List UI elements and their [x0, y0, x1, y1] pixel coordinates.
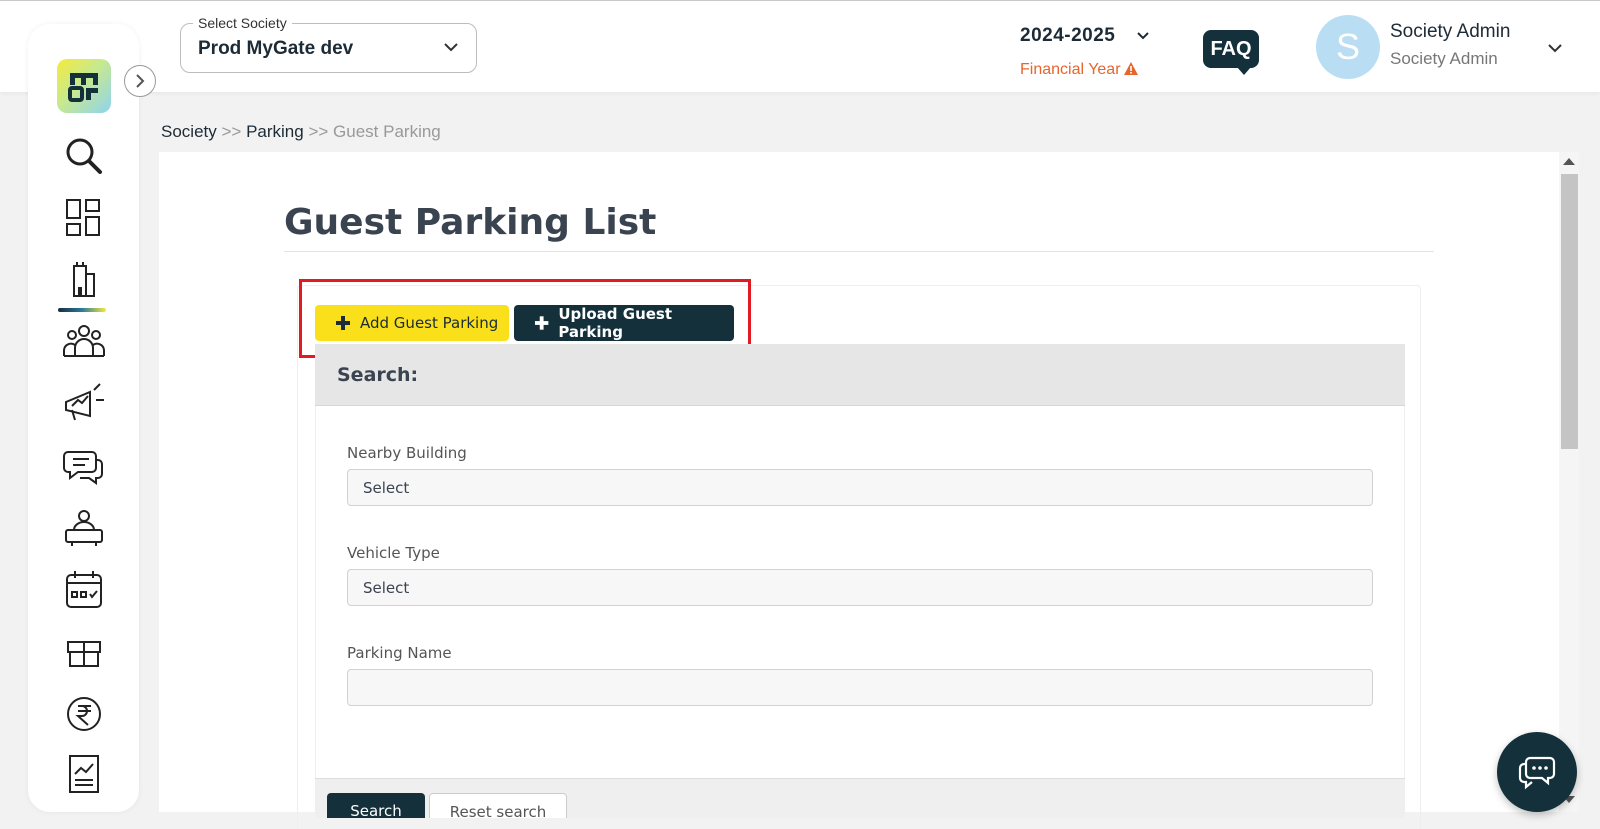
upload-guest-parking-button[interactable]: Upload Guest Parking: [514, 305, 734, 341]
plus-icon: [336, 316, 350, 330]
chevron-right-icon: [136, 74, 145, 88]
chat-support-button[interactable]: [1497, 732, 1577, 812]
society-select[interactable]: Select Society Prod MyGate dev: [180, 15, 477, 73]
vehicle-type-label: Vehicle Type: [347, 544, 440, 562]
user-role: Society Admin: [1390, 49, 1498, 68]
chevron-down-icon: [1137, 32, 1149, 40]
financial-year-value: 2024-2025: [1020, 25, 1116, 46]
people-icon[interactable]: [60, 318, 108, 366]
scrollbar-thumb[interactable]: [1561, 174, 1578, 449]
breadcrumb: Society >> Parking >> Guest Parking: [161, 122, 441, 142]
page-title: Guest Parking List: [284, 202, 657, 243]
breadcrumb-parking[interactable]: Parking: [246, 122, 304, 141]
chat-bubble-icon: [1518, 756, 1556, 790]
top-bar: Select Society Prod MyGate dev 2024-2025…: [0, 0, 1600, 92]
scroll-up-arrow[interactable]: [1563, 158, 1575, 165]
faq-button[interactable]: FAQ: [1203, 30, 1259, 75]
breadcrumb-guest-parking: Guest Parking: [333, 122, 441, 141]
add-guest-parking-label: Add Guest Parking: [360, 314, 499, 332]
parking-name-input[interactable]: [347, 669, 1373, 706]
package-icon[interactable]: [60, 628, 108, 676]
nearby-building-label: Nearby Building: [347, 444, 467, 462]
search-button[interactable]: Search: [327, 793, 425, 818]
main-panel: Guest Parking List Add Guest Parking Upl…: [159, 152, 1559, 829]
dashboard-icon[interactable]: [60, 194, 108, 242]
financial-year-label-text: Financial Year: [1020, 61, 1121, 78]
breadcrumb-society[interactable]: Society: [161, 122, 217, 141]
chevron-down-icon[interactable]: [1546, 39, 1564, 57]
report-icon[interactable]: [60, 750, 108, 798]
calendar-icon[interactable]: [60, 566, 108, 614]
search-heading: Search:: [337, 364, 419, 386]
title-divider: [284, 251, 1434, 252]
logo-icon: [68, 73, 98, 102]
nearby-building-select[interactable]: Select: [347, 469, 1373, 506]
upload-guest-parking-label: Upload Guest Parking: [558, 305, 673, 341]
plus-icon: [534, 316, 549, 330]
chevron-down-icon: [444, 43, 458, 52]
search-panel-header: Search:: [315, 344, 1405, 406]
app-logo[interactable]: [57, 59, 111, 113]
chat-icon[interactable]: [60, 442, 108, 490]
vehicle-type-select[interactable]: Select: [347, 569, 1373, 606]
rupee-icon[interactable]: [60, 690, 108, 738]
society-select-label: Select Society: [193, 15, 292, 31]
search-actions-bar: Search Reset search: [315, 778, 1405, 818]
helpdesk-icon[interactable]: [60, 504, 108, 552]
society-select-value: Prod MyGate dev: [198, 38, 354, 59]
active-nav-indicator: [58, 308, 106, 312]
building-icon[interactable]: [60, 256, 108, 304]
breadcrumb-separator: >>: [308, 122, 329, 141]
megaphone-icon[interactable]: [60, 380, 108, 428]
sidebar-expand-button[interactable]: [124, 65, 156, 97]
financial-year-selector[interactable]: 2024-2025 Financial Year: [1020, 25, 1160, 78]
user-name[interactable]: Society Admin: [1390, 21, 1510, 43]
avatar[interactable]: S: [1316, 15, 1380, 79]
reset-search-button[interactable]: Reset search: [429, 793, 567, 818]
breadcrumb-separator: >>: [221, 122, 242, 141]
search-icon[interactable]: [60, 132, 108, 180]
add-guest-parking-button[interactable]: Add Guest Parking: [315, 305, 509, 341]
warning-icon: [1123, 62, 1138, 75]
sidebar: [28, 24, 139, 812]
financial-year-label: Financial Year: [1020, 61, 1138, 79]
parking-name-label: Parking Name: [347, 644, 452, 662]
